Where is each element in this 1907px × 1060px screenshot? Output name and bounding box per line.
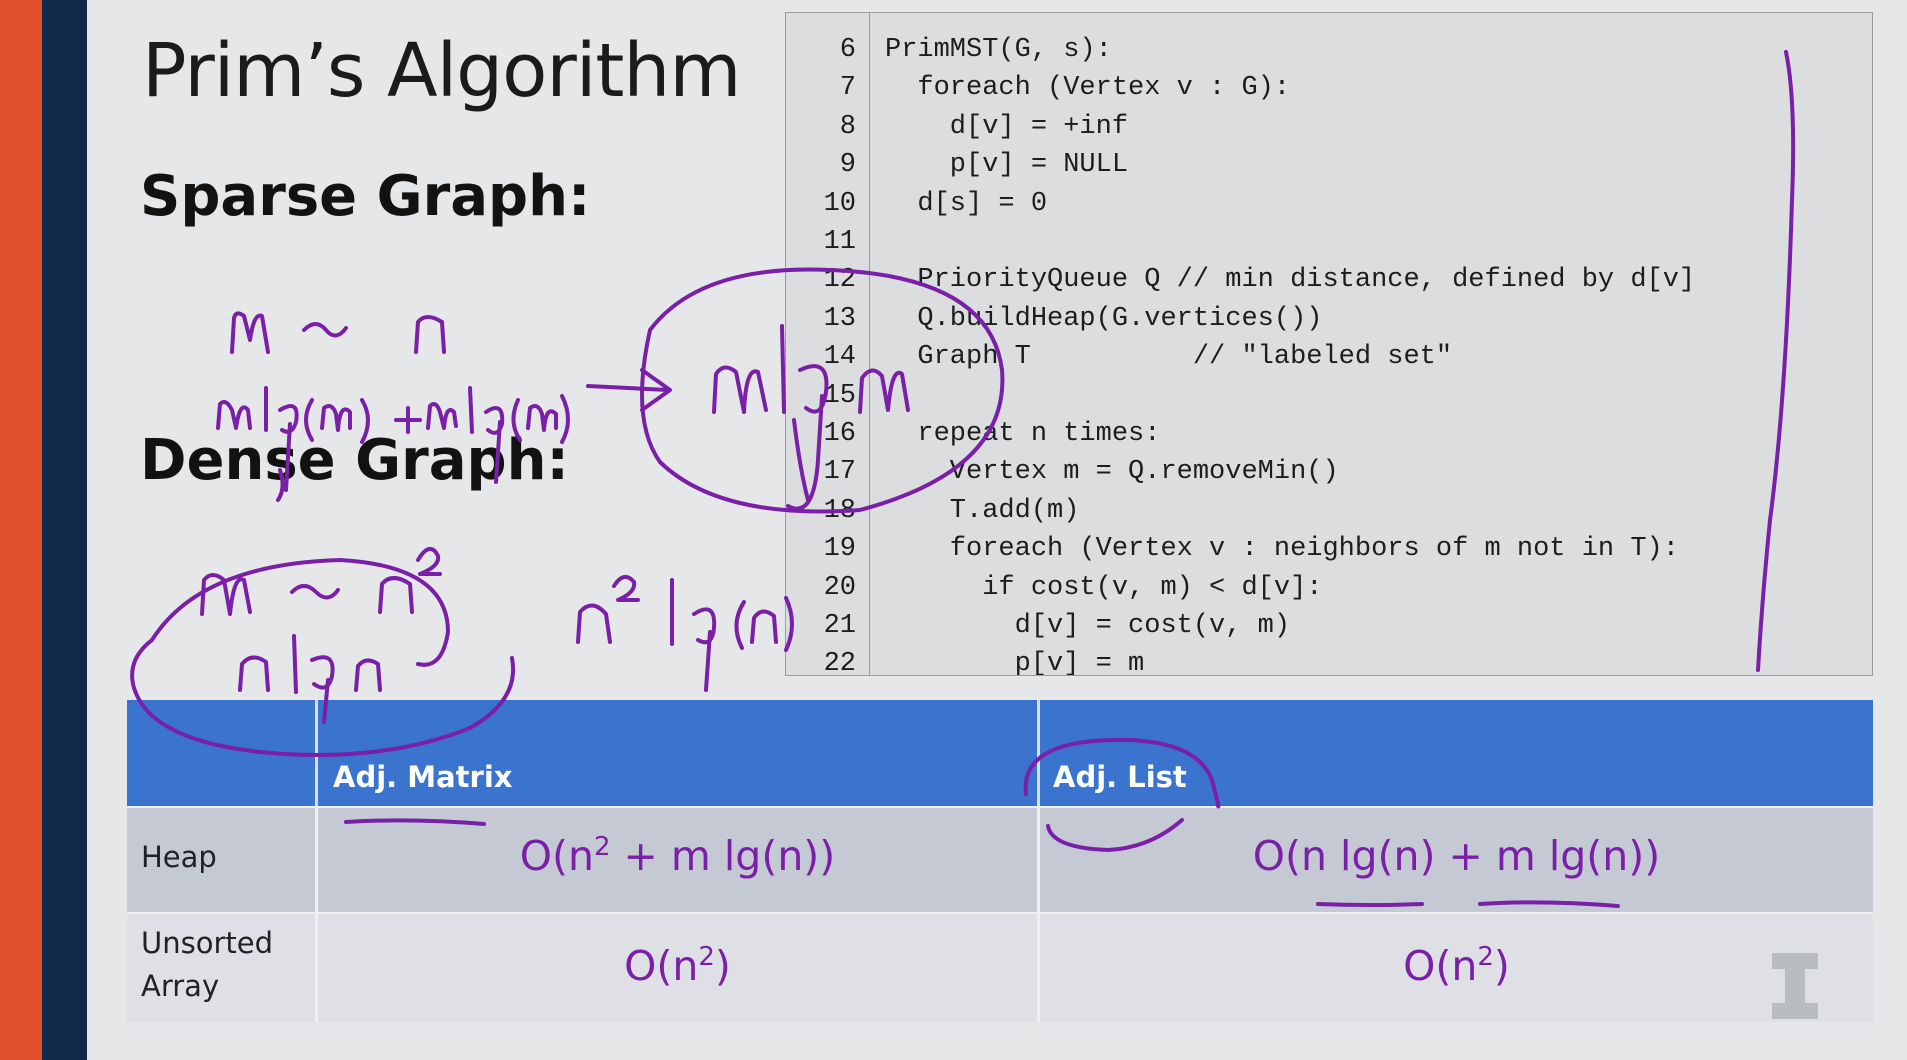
row-label-line: Array [141, 969, 220, 1003]
table-row-heap: Heap O(n2 + m lg(n)) O(n lg(n) + m lg(n)… [127, 806, 1873, 912]
cell-text: O(n lg(n) + m lg(n)) [1252, 832, 1661, 880]
cell-superscript: 2 [593, 832, 611, 862]
code-line: 6 PrimMST(G, s): [786, 31, 1872, 69]
line-code-text: Vertex m = Q.removeMin() [885, 457, 1339, 488]
cell-superscript: 2 [1477, 942, 1494, 972]
line-code-text: PrimMST(G, s): [885, 35, 1112, 65]
block-i-logo-icon [1772, 953, 1818, 1019]
complexity-table: Adj. Matrix Adj. List Heap O(n2 + m lg(n… [127, 700, 1873, 1022]
code-line: 18 T.add(m) [786, 492, 1872, 530]
cell-heap-adj-list: O(n lg(n) + m lg(n)) [1040, 832, 1873, 880]
line-number: 22 [823, 649, 856, 676]
sparse-graph-heading: Sparse Graph: [140, 164, 591, 229]
ink-arrow [586, 368, 672, 412]
ink-m-sim-n [230, 311, 446, 354]
line-number: 17 [823, 457, 856, 488]
cell-text: ) [1493, 942, 1510, 990]
cell-heap-adj-matrix: O(n2 + m lg(n)) [318, 832, 1037, 880]
cell-text: O(n [624, 942, 699, 990]
accent-bar-orange [0, 0, 42, 1060]
cell-text: O(n [519, 832, 594, 880]
line-number: 7 [839, 73, 856, 104]
column-divider [1037, 700, 1040, 806]
code-listing: 6 PrimMST(G, s): 7 foreach (Vertex v : G):… [785, 12, 1873, 676]
accent-bar-navy [42, 0, 87, 1060]
line-code-text: T.add(m) [885, 495, 1080, 526]
code-line: 14 Graph T // "labeled set" [786, 338, 1872, 376]
code-line: 9 p[v] = NULL [786, 146, 1872, 184]
code-line: 12 PriorityQueue Q // min distance, defi… [786, 261, 1872, 299]
line-number: 12 [823, 265, 856, 296]
code-line: 20 if cost(v, m) < d[v]: [786, 569, 1872, 607]
line-number: 13 [823, 303, 856, 334]
line-number: 6 [839, 35, 856, 65]
code-line: 17 Vertex m = Q.removeMin() [786, 453, 1872, 491]
table-header-row: Adj. Matrix Adj. List [127, 700, 1873, 806]
line-code-text: p[v] = m [885, 649, 1145, 676]
line-number: 8 [839, 111, 856, 142]
line-code-text: PriorityQueue Q // min distance, defined… [885, 265, 1696, 296]
code-line: 19 foreach (Vertex v : neighbors of m no… [786, 530, 1872, 568]
line-number: 10 [823, 188, 856, 219]
cell-text: ) [714, 942, 731, 990]
code-line: 11 [786, 223, 1872, 261]
line-code-text: d[v] = cost(v, m) [885, 611, 1291, 641]
cell-text: O(n [1403, 942, 1478, 990]
dense-graph-heading: Dense Graph: [140, 428, 569, 493]
line-code-text: repeat n times: [885, 419, 1161, 449]
row-label-heap: Heap [141, 836, 217, 879]
line-number: 9 [839, 150, 856, 181]
line-code-text: foreach (Vertex v : neighbors of m not i… [885, 534, 1679, 565]
code-line: 15 [786, 377, 1872, 415]
line-number: 21 [823, 611, 856, 641]
line-code-text: d[s] = 0 [885, 188, 1048, 219]
line-code-text: d[v] = +inf [885, 111, 1129, 142]
code-line: 22 p[v] = m [786, 645, 1872, 676]
code-line: 7 foreach (Vertex v : G): [786, 69, 1872, 107]
code-line: 13 Q.buildHeap(G.vertices()) [786, 300, 1872, 338]
code-line: 21 d[v] = cost(v, m) [786, 607, 1872, 645]
line-code-text: Graph T // "labeled set" [885, 342, 1453, 373]
line-code-text: if cost(v, m) < d[v]: [885, 572, 1323, 603]
line-number: 20 [823, 572, 856, 603]
line-code-text: Q.buildHeap(G.vertices()) [885, 303, 1323, 334]
code-line: 8 d[v] = +inf [786, 108, 1872, 146]
cell-unsorted-adj-list: O(n2) [1040, 942, 1873, 990]
line-number: 14 [823, 342, 856, 373]
cell-superscript: 2 [698, 942, 715, 972]
line-number: 15 [823, 380, 856, 411]
ink-n2lgn [576, 574, 794, 692]
row-label-line: Heap [141, 840, 217, 874]
line-number: 11 [823, 227, 856, 257]
row-divider [127, 806, 1873, 808]
column-divider [315, 700, 318, 806]
line-code-text: foreach (Vertex v : G): [885, 73, 1291, 104]
line-number: 18 [823, 495, 856, 526]
table-row-unsorted-array: Unsorted Array O(n2) O(n2) [127, 912, 1873, 1022]
code-line: 10 d[s] = 0 [786, 185, 1872, 223]
header-adj-matrix: Adj. Matrix [333, 760, 513, 794]
ink-m-sim-n2 [200, 547, 442, 616]
line-code-text: p[v] = NULL [885, 150, 1129, 181]
code-line: 16 repeat n times: [786, 415, 1872, 453]
slide-title: Prim’s Algorithm [142, 28, 741, 114]
row-label-line: Unsorted [141, 926, 274, 960]
header-adj-list: Adj. List [1053, 760, 1187, 794]
line-number: 16 [823, 419, 856, 449]
row-divider [127, 912, 1873, 914]
cell-unsorted-adj-matrix: O(n2) [318, 942, 1037, 990]
cell-text: + m lg(n)) [610, 832, 836, 880]
line-number: 19 [823, 534, 856, 565]
row-label-unsorted-array: Unsorted Array [141, 922, 273, 1008]
